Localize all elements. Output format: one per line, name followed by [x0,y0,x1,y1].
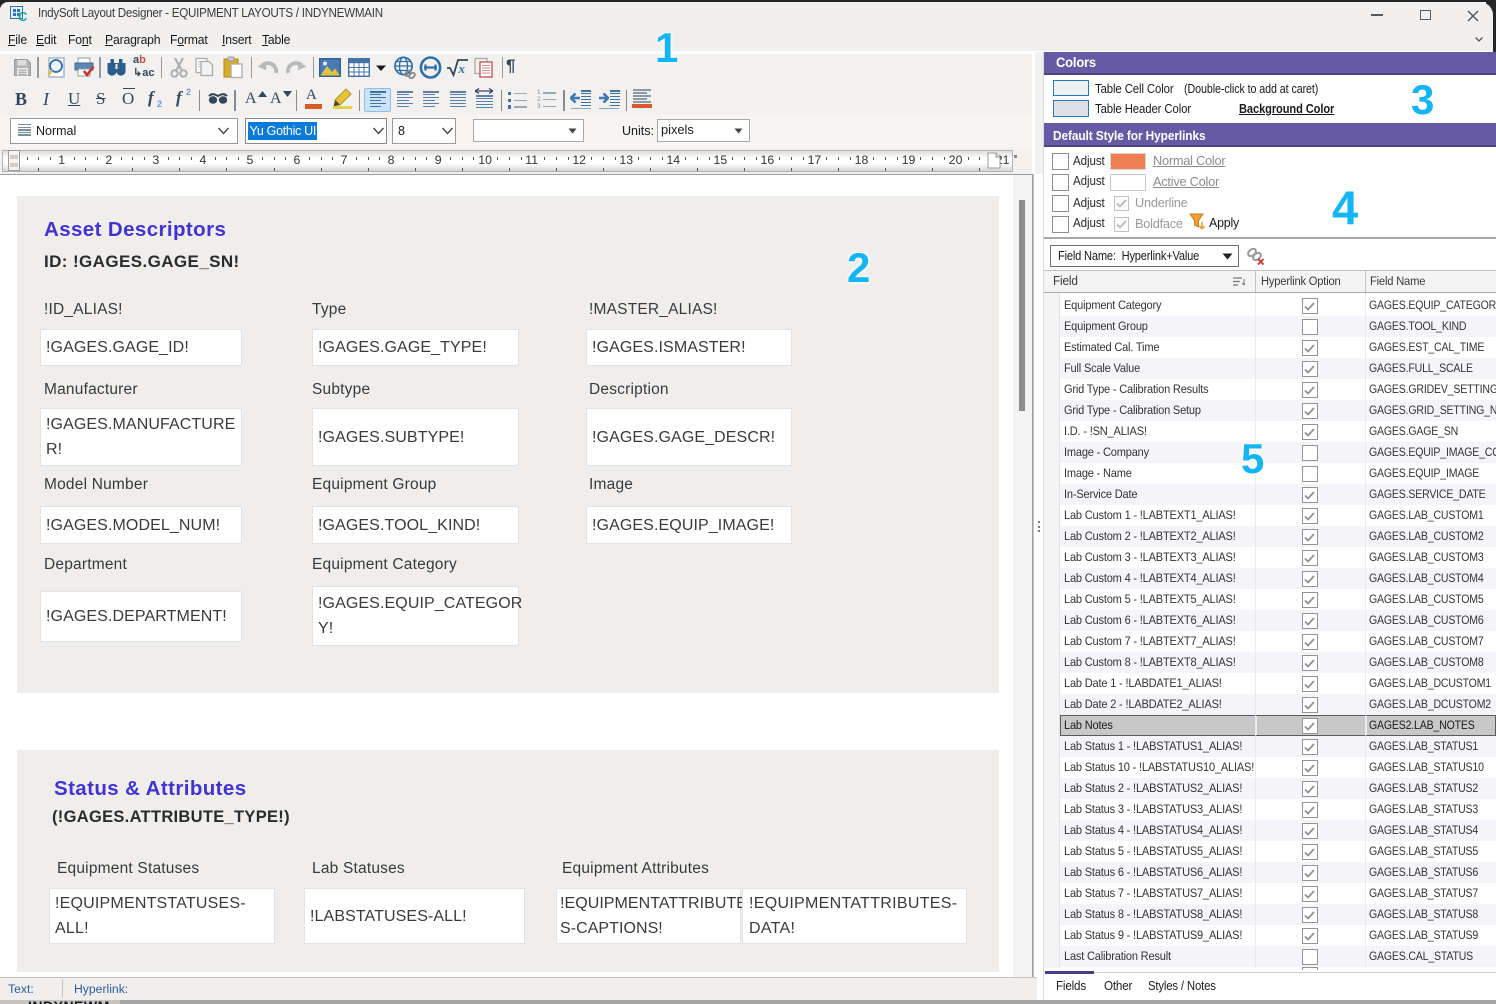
svg-text:x: x [458,61,466,76]
